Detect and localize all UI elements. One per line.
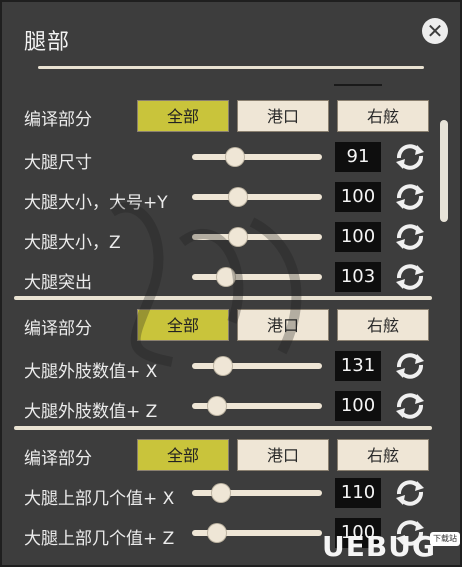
group-label: 编译部分: [24, 110, 92, 130]
slider-label: 大腿上部几个值+ Z: [24, 529, 175, 549]
slider-label: 大腿上部几个值+ X: [24, 489, 175, 509]
slider-label: 大腿大小，大号+Y: [24, 193, 168, 213]
segment-starboard-button[interactable]: 右舷: [337, 100, 429, 132]
slider-thumb[interactable]: [211, 484, 230, 502]
value-field[interactable]: 91: [335, 142, 381, 172]
value-field[interactable]: 103: [335, 262, 381, 292]
reset-icon[interactable]: [393, 478, 427, 508]
scrollbar-thumb[interactable]: [440, 120, 448, 222]
reset-icon[interactable]: [393, 222, 427, 252]
leg-editor-panel: 腿部 ✕ 编译部分 全部 港口 右舷 大腿尺寸 91 大腿大小，大号+Y 100…: [0, 0, 462, 567]
slider-track[interactable]: [192, 484, 322, 502]
site-logo-tag: 下载站: [430, 532, 460, 546]
group-divider: [14, 296, 432, 300]
reset-icon[interactable]: [393, 262, 427, 292]
value-field[interactable]: 100: [335, 182, 381, 212]
slider-thumb[interactable]: [207, 524, 226, 542]
group-divider: [14, 426, 432, 430]
segment-all-button[interactable]: 全部: [137, 100, 229, 132]
segment-port-button[interactable]: 港口: [237, 100, 329, 132]
slider-label: 大腿突出: [24, 273, 92, 293]
slider-label: 大腿尺寸: [24, 153, 92, 173]
header-underline: [334, 84, 382, 86]
slider-track[interactable]: [192, 397, 322, 415]
window-title: 腿部: [24, 30, 71, 55]
slider-label: 大腿大小，Z: [24, 233, 121, 253]
reset-icon[interactable]: [393, 142, 427, 172]
slider-track[interactable]: [192, 524, 322, 542]
segment-starboard-button[interactable]: 右舷: [337, 309, 429, 341]
reset-icon[interactable]: [393, 351, 427, 381]
site-logo: UEBUG: [322, 530, 436, 563]
segment-starboard-button[interactable]: 右舷: [337, 439, 429, 471]
slider-track[interactable]: [192, 357, 322, 375]
close-button[interactable]: ✕: [422, 18, 448, 44]
value-field[interactable]: 131: [335, 351, 381, 381]
segment-port-button[interactable]: 港口: [237, 309, 329, 341]
value-field[interactable]: 100: [335, 391, 381, 421]
group-label: 编译部分: [24, 319, 92, 339]
slider-label: 大腿外肢数值+ X: [24, 362, 158, 382]
segment-port-button[interactable]: 港口: [237, 439, 329, 471]
slider-thumb[interactable]: [228, 228, 247, 246]
slider-thumb[interactable]: [216, 268, 235, 286]
slider-thumb[interactable]: [214, 357, 233, 375]
slider-label: 大腿外肢数值+ Z: [24, 402, 158, 422]
group-label: 编译部分: [24, 449, 92, 469]
slider-thumb[interactable]: [228, 188, 247, 206]
value-field[interactable]: 110: [335, 478, 381, 508]
slider-track[interactable]: [192, 188, 322, 206]
slider-track[interactable]: [192, 268, 322, 286]
header-divider: [38, 66, 424, 69]
slider-thumb[interactable]: [225, 148, 244, 166]
value-field[interactable]: 100: [335, 222, 381, 252]
segment-all-button[interactable]: 全部: [137, 309, 229, 341]
reset-icon[interactable]: [393, 391, 427, 421]
segment-all-button[interactable]: 全部: [137, 439, 229, 471]
close-icon: ✕: [426, 19, 444, 43]
reset-icon[interactable]: [393, 182, 427, 212]
slider-track[interactable]: [192, 148, 322, 166]
slider-track[interactable]: [192, 228, 322, 246]
slider-thumb[interactable]: [207, 397, 226, 415]
